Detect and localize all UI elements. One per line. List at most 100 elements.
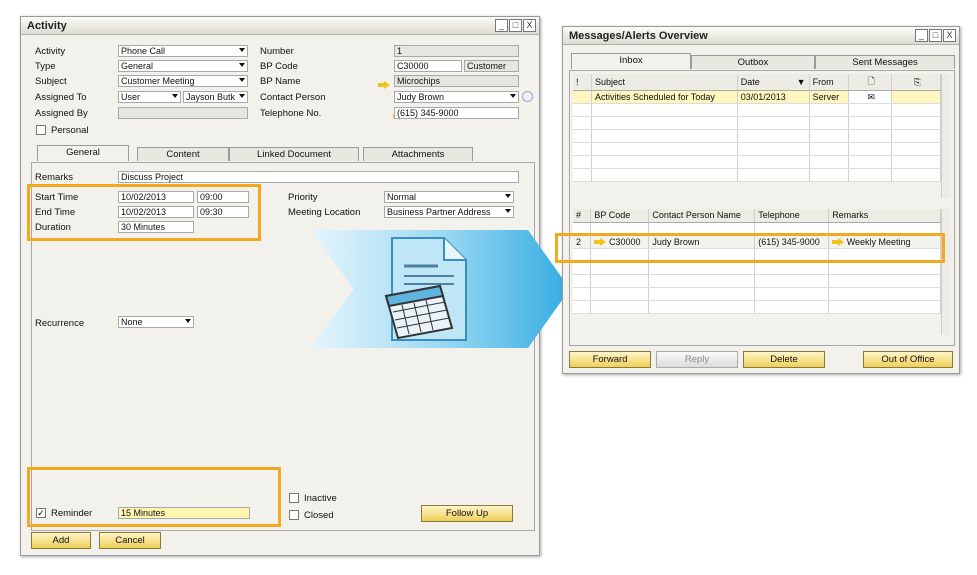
tab-attachments[interactable]: Attachments: [363, 147, 473, 161]
inactive-label: Inactive: [304, 493, 337, 504]
priority-label: Priority: [288, 192, 318, 203]
reply-button[interactable]: Reply: [656, 351, 738, 368]
reminder-label: Reminder: [51, 508, 93, 519]
follow-up-button[interactable]: Follow Up: [421, 505, 513, 522]
from-column-header[interactable]: From: [809, 74, 849, 91]
delete-button[interactable]: Delete: [743, 351, 825, 368]
chevron-down-icon: [505, 209, 511, 213]
time-highlight-box: [27, 184, 261, 241]
assigned-to-type-select[interactable]: User: [118, 91, 181, 103]
contact-person-value: Judy Brown: [397, 92, 445, 102]
tab-sent-messages[interactable]: Sent Messages: [815, 55, 955, 69]
activity-label: Activity: [35, 46, 66, 57]
assigned-to-label: Assigned To: [35, 92, 87, 103]
subject-column-header[interactable]: Subject: [591, 74, 738, 91]
number-label: Number: [260, 46, 294, 57]
contact-column-header[interactable]: Contact Person Name: [648, 209, 756, 223]
type-select[interactable]: General: [118, 60, 248, 72]
add-button[interactable]: Add: [31, 532, 91, 549]
messages-tabs: Inbox Outbox Sent Messages: [569, 53, 955, 71]
telephone-column-header[interactable]: Telephone: [754, 209, 830, 223]
assigned-by-field: [118, 107, 248, 119]
chevron-down-icon: [172, 94, 178, 98]
attachment-cell: [891, 90, 942, 104]
chevron-down-icon: [239, 63, 245, 67]
table-row[interactable]: Activities Scheduled for Today 03/01/201…: [573, 90, 942, 104]
assigned-to-type-value: User: [121, 92, 141, 102]
forward-button[interactable]: Forward: [569, 351, 651, 368]
chevron-down-icon: [239, 48, 245, 52]
remarks-field[interactable]: Discuss Project: [118, 171, 519, 183]
messages-window: Messages/Alerts Overview _ □ X Inbox Out…: [555, 26, 960, 374]
tab-content[interactable]: Content: [137, 147, 229, 161]
calendar-document-icon: [384, 237, 467, 341]
recurrence-label: Recurrence: [35, 318, 85, 329]
chevron-down-icon: [239, 78, 245, 82]
message-date: 03/01/2013: [737, 90, 810, 104]
reminder-checkbox[interactable]: ✓: [36, 508, 46, 518]
chevron-down-icon: [505, 194, 511, 198]
reminder-field[interactable]: 15 Minutes: [118, 507, 250, 519]
envelope-icon: ✉: [848, 90, 892, 104]
type-select-value: General: [121, 61, 154, 71]
meeting-location-label: Meeting Location: [288, 207, 361, 218]
tab-general[interactable]: General: [37, 145, 129, 161]
maximize-button[interactable]: □: [509, 19, 522, 32]
paperclip-icon: ⎘: [891, 74, 942, 91]
chevron-down-icon: [185, 319, 191, 323]
number-column-header[interactable]: #: [573, 209, 592, 223]
out-of-office-button[interactable]: Out of Office: [863, 351, 953, 368]
messages-titlebar: Messages/Alerts Overview _ □ X: [563, 27, 959, 45]
minimize-button[interactable]: _: [495, 19, 508, 32]
assigned-to-name-value: Jayson Butk: [186, 92, 236, 102]
personal-label: Personal: [51, 125, 89, 136]
messages-scrollbar[interactable]: [941, 74, 951, 198]
tab-inbox[interactable]: Inbox: [571, 53, 691, 69]
number-field: 1: [394, 45, 519, 57]
activity-titlebar: Activity _ □ X: [21, 17, 539, 35]
tab-linked-document[interactable]: Linked Document: [229, 147, 359, 161]
activity-select[interactable]: Phone Call: [118, 45, 248, 57]
priority-value: Normal: [387, 192, 417, 202]
messages-title: Messages/Alerts Overview: [569, 30, 708, 42]
bp-code-field[interactable]: C30000: [394, 60, 462, 72]
closed-checkbox[interactable]: [289, 510, 299, 520]
row-marker: [573, 90, 592, 104]
personal-checkbox[interactable]: [36, 125, 46, 135]
close-button[interactable]: X: [943, 29, 956, 42]
closed-label: Closed: [304, 510, 334, 521]
contact-person-select[interactable]: Judy Brown: [394, 91, 519, 103]
assigned-to-name-select[interactable]: Jayson Butk: [183, 91, 248, 103]
maximize-button[interactable]: □: [929, 29, 942, 42]
telephone-field[interactable]: (615) 345-9000: [394, 107, 519, 119]
subject-select-value: Customer Meeting: [121, 76, 195, 86]
link-arrow-icon[interactable]: [378, 81, 390, 90]
meeting-location-value: Business Partner Address: [387, 207, 491, 217]
date-column-header[interactable]: Date ▼: [737, 74, 810, 91]
bp-code-column-header[interactable]: BP Code: [590, 209, 650, 223]
recurrence-value: None: [121, 317, 143, 327]
tab-outbox[interactable]: Outbox: [691, 55, 815, 69]
chevron-down-icon: [510, 94, 516, 98]
activity-tabs: General Content Linked Document Attachme…: [33, 145, 533, 163]
remarks-column-header[interactable]: Remarks: [828, 209, 941, 223]
info-icon[interactable]: [522, 91, 533, 102]
cancel-button[interactable]: Cancel: [99, 532, 161, 549]
message-subject: Activities Scheduled for Today: [591, 90, 738, 104]
new-document-icon: 🗋: [848, 74, 892, 91]
meeting-location-select[interactable]: Business Partner Address: [384, 206, 514, 218]
minimize-button[interactable]: _: [915, 29, 928, 42]
priority-select[interactable]: Normal: [384, 191, 514, 203]
subject-label: Subject: [35, 76, 67, 87]
close-button[interactable]: X: [523, 19, 536, 32]
subject-select[interactable]: Customer Meeting: [118, 75, 248, 87]
row-highlight-box: [555, 233, 945, 263]
priority-column-header[interactable]: !: [573, 74, 592, 91]
detail-scrollbar[interactable]: [941, 209, 951, 335]
inactive-checkbox[interactable]: [289, 493, 299, 503]
telephone-label: Telephone No.: [260, 108, 322, 119]
recurrence-select[interactable]: None: [118, 316, 194, 328]
remarks-label: Remarks: [35, 172, 74, 183]
sort-desc-icon: ▼: [796, 77, 806, 87]
chevron-down-icon: [239, 94, 245, 98]
